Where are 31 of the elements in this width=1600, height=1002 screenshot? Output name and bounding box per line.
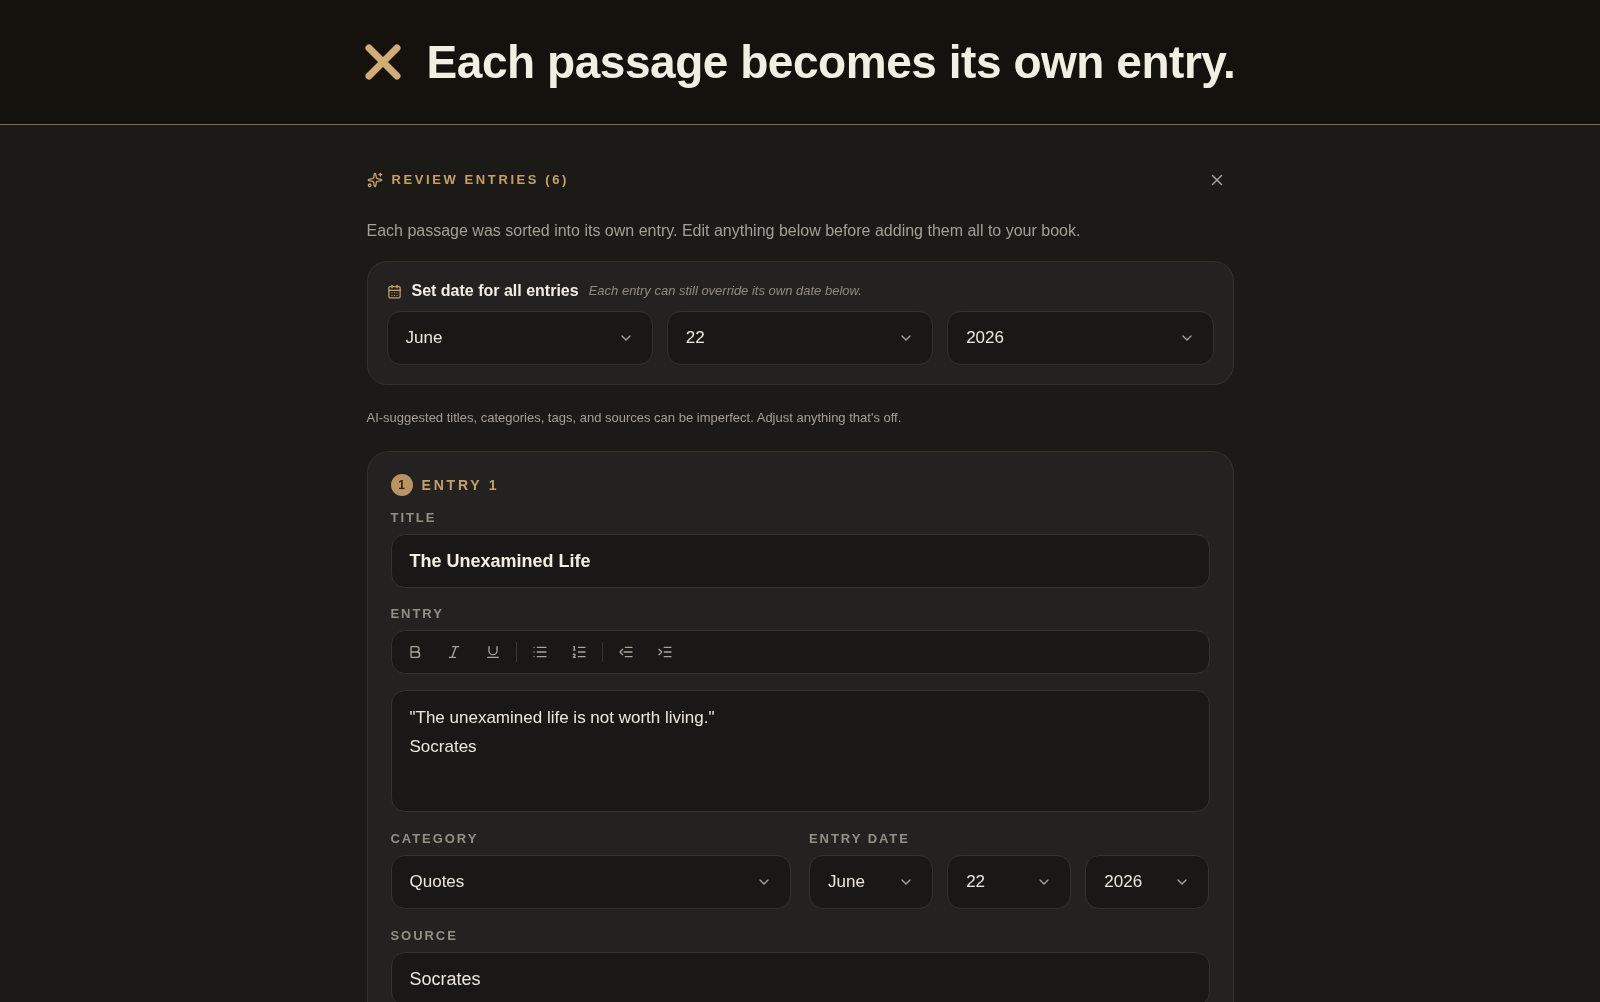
year-select[interactable]: 2026: [947, 311, 1214, 365]
field-label: TITLE: [390, 511, 438, 525]
day-select[interactable]: 22: [947, 855, 1072, 909]
bulk-date-hint: Each entry can still override its own date below.: [588, 282, 862, 301]
month-select[interactable]: June: [386, 311, 653, 365]
title-input[interactable]: The Unexamined Life: [390, 534, 1210, 588]
x-mark-icon: [364, 44, 401, 80]
underline-icon: [484, 644, 501, 660]
field-label: ENTRY DATE: [809, 832, 911, 846]
numbered-list-icon: [570, 644, 587, 660]
year-select[interactable]: 2026: [1085, 855, 1210, 909]
entry-number-badge: 1: [390, 474, 413, 496]
page-title: Each passage becomes its own entry.: [426, 34, 1236, 90]
outdent-icon: [617, 644, 634, 660]
field-label: SOURCE: [390, 929, 459, 943]
source-input[interactable]: Socrates: [390, 952, 1210, 1002]
entry-heading: ENTRY 1: [421, 475, 500, 495]
sparkles-icon: [366, 172, 383, 188]
field-label: CATEGORY: [390, 832, 480, 846]
panel-heading: REVIEW ENTRIES (6): [391, 171, 570, 190]
field-label: ENTRY: [390, 607, 445, 621]
month-select[interactable]: June: [809, 855, 934, 909]
category-select[interactable]: Quotes: [390, 855, 791, 909]
calendar-icon: [386, 283, 402, 299]
bulk-date-label: Set date for all entries: [411, 281, 579, 301]
panel-description: Each passage was sorted into its own entry. Edit anything below before adding them all to your book.: [366, 221, 1082, 241]
day-select[interactable]: 22: [666, 311, 934, 365]
bullet-list-icon: [531, 644, 548, 660]
entry-text-area[interactable]: "The unexamined life is not worth living." Socrates: [390, 690, 1210, 812]
indent-icon: [656, 644, 673, 660]
ai-note: AI-suggested titles, categories, tags, and sources can be imperfect. Adjust anything that's off.: [366, 410, 903, 426]
